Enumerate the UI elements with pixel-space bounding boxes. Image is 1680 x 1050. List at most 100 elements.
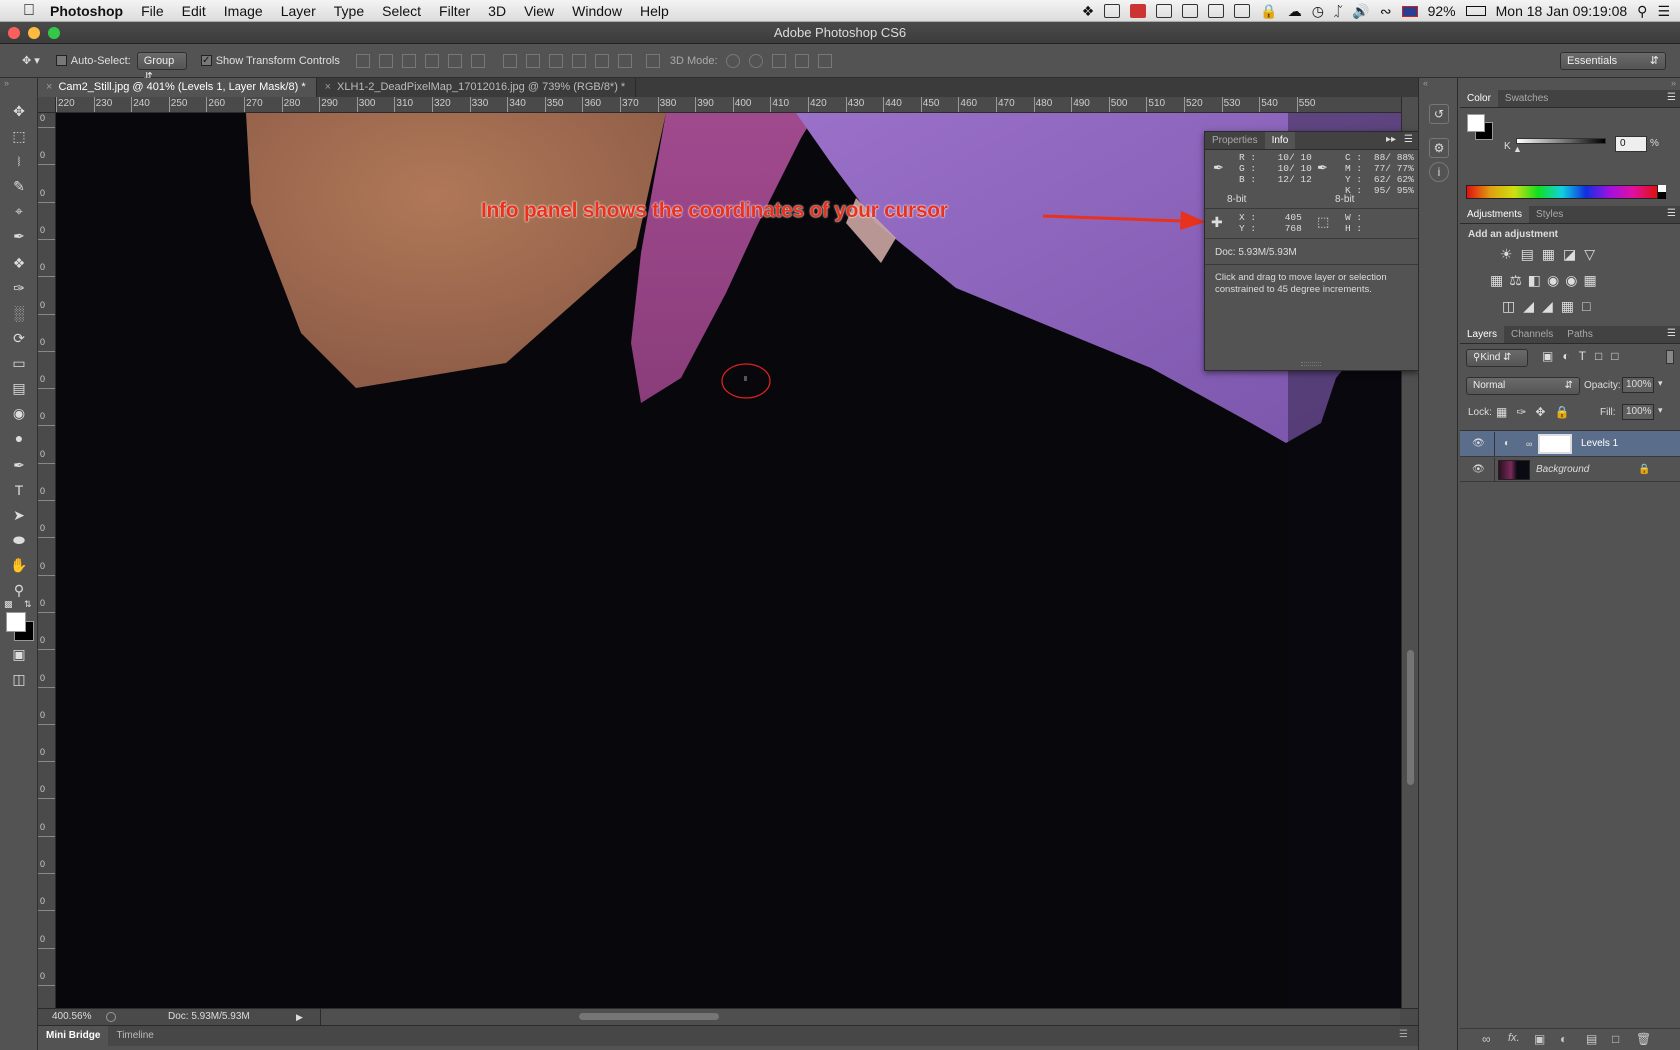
menu-type[interactable]: Type: [334, 3, 364, 19]
threshold-icon[interactable]: ◢: [1542, 298, 1561, 314]
horizontal-scrollbar[interactable]: [320, 1009, 1400, 1025]
color-lookup-icon[interactable]: ▦: [1583, 272, 1602, 288]
distribute-top-icon[interactable]: [502, 53, 517, 68]
close-tab-icon[interactable]: ×: [325, 81, 331, 93]
spotlight-icon[interactable]: ⚲: [1637, 3, 1647, 20]
align-left-edges-icon[interactable]: [424, 53, 439, 68]
lock-position-icon[interactable]: ✥: [1535, 405, 1554, 419]
collapse-panel-icon[interactable]: ▸▸: [1386, 134, 1396, 145]
notification-center-icon[interactable]: ☰: [1657, 3, 1670, 20]
tab-adjustments[interactable]: Adjustments: [1460, 206, 1530, 223]
3d-scale-icon[interactable]: [817, 53, 832, 68]
layer-filter-kind-dropdown[interactable]: ⚲Kind ⇵: [1466, 349, 1528, 367]
levels-icon[interactable]: ▤: [1521, 246, 1542, 262]
bluetooth-icon[interactable]: ᛢ: [1334, 3, 1342, 19]
auto-align-layers-icon[interactable]: [645, 53, 660, 68]
brush-tool-icon[interactable]: ✑: [8, 277, 30, 299]
airplay-display-icon[interactable]: [1104, 4, 1121, 18]
time-machine-icon[interactable]: ◷: [1312, 3, 1324, 20]
align-top-edges-icon[interactable]: [355, 53, 370, 68]
gradient-tool-icon[interactable]: ▤: [8, 377, 30, 399]
app-status-icon[interactable]: [1130, 4, 1147, 18]
exposure-icon[interactable]: ◪: [1563, 246, 1584, 262]
align-horizontal-centers-icon[interactable]: [447, 53, 462, 68]
menu-3d[interactable]: 3D: [488, 3, 506, 19]
lock-icon[interactable]: 🔒: [1260, 3, 1277, 20]
invert-icon[interactable]: ◫: [1502, 298, 1523, 314]
resize-grip[interactable]: [1301, 362, 1321, 366]
menu-layer[interactable]: Layer: [281, 3, 316, 19]
layer-row-levels[interactable]: 👁 ◐ ∞ Levels 1: [1460, 430, 1680, 456]
tab-channels[interactable]: Channels: [1504, 326, 1560, 343]
menu-file[interactable]: File: [141, 3, 164, 19]
layer-style-icon[interactable]: fx.: [1508, 1032, 1520, 1044]
distribute-bottom-icon[interactable]: [548, 53, 563, 68]
3d-slide-icon[interactable]: [794, 53, 809, 68]
color-ramp[interactable]: [1466, 185, 1658, 199]
default-colors-icon[interactable]: ▩: [4, 599, 13, 610]
info-panel-icon[interactable]: i: [1429, 162, 1449, 182]
menu-filter[interactable]: Filter: [439, 3, 470, 19]
info-panel-menu-icon[interactable]: ☰: [1404, 134, 1413, 145]
lock-transparent-icon[interactable]: ▦: [1496, 405, 1516, 419]
cloud-icon[interactable]: ☁: [1288, 3, 1302, 20]
blur-tool-icon[interactable]: ◉: [8, 402, 30, 424]
k-value-input[interactable]: 0: [1615, 136, 1647, 152]
crop-tool-icon[interactable]: ⌖: [8, 200, 30, 222]
toolbox-collapse-icon[interactable]: »: [4, 78, 9, 88]
status-menu-arrow-icon[interactable]: ▶: [296, 1009, 303, 1025]
blend-mode-dropdown[interactable]: Normal ⇵: [1466, 377, 1580, 395]
tab-mini-bridge[interactable]: Mini Bridge: [38, 1026, 109, 1046]
apple-menu-icon[interactable]: : [18, 2, 40, 20]
tab-styles[interactable]: Styles: [1529, 206, 1570, 223]
align-vertical-centers-icon[interactable]: [378, 53, 393, 68]
zoom-window-button[interactable]: [48, 27, 60, 39]
new-adjustment-icon[interactable]: ◐: [1560, 1032, 1567, 1046]
visibility-eye-icon[interactable]: 👁: [1472, 457, 1485, 483]
distribute-hcenter-icon[interactable]: [594, 53, 609, 68]
lasso-tool-icon[interactable]: ⧘: [8, 150, 30, 172]
menu-edit[interactable]: Edit: [182, 3, 206, 19]
dodge-tool-icon[interactable]: ●: [8, 427, 30, 449]
3d-drag-icon[interactable]: [771, 53, 786, 68]
status-info-icon[interactable]: [106, 1012, 116, 1022]
properties-panel-icon[interactable]: ⚙: [1429, 138, 1449, 158]
quick-mask-icon[interactable]: ▣: [8, 643, 30, 665]
channel-mixer-icon[interactable]: ◉: [1565, 272, 1583, 288]
type-tool-icon[interactable]: T: [8, 479, 30, 501]
lock-pixels-icon[interactable]: ✑: [1516, 405, 1535, 419]
add-mask-icon[interactable]: ▣: [1534, 1032, 1545, 1046]
mask-link-icon[interactable]: ∞: [1526, 431, 1532, 457]
hand-tool-icon[interactable]: ✋: [8, 554, 30, 576]
screen-mirror-icon[interactable]: [1208, 4, 1225, 18]
dropbox-icon[interactable]: ❖: [1082, 3, 1095, 20]
swap-colors-icon[interactable]: ⇅: [24, 599, 32, 610]
volume-icon[interactable]: 🔊: [1352, 3, 1369, 20]
distribute-right-icon[interactable]: [617, 53, 632, 68]
color-ramp-bw[interactable]: [1658, 185, 1666, 199]
tab-dead-pixel-map[interactable]: × XLH1-2_DeadPixelMap_17012016.jpg @ 739%…: [317, 78, 637, 97]
k-slider[interactable]: [1516, 138, 1606, 144]
tab-paths[interactable]: Paths: [1560, 326, 1600, 343]
vibrance-icon[interactable]: ▦: [1490, 272, 1509, 288]
tab-timeline[interactable]: Timeline: [108, 1026, 161, 1046]
ellipse-tool-icon[interactable]: ⬬: [8, 529, 30, 551]
layer-name[interactable]: Levels 1: [1581, 431, 1618, 457]
3d-roll-icon[interactable]: [748, 53, 763, 68]
vertical-ruler[interactable]: 0000000000000000000000000: [38, 113, 56, 1008]
filter-adjustment-icon[interactable]: ◐: [1562, 349, 1578, 363]
gradient-fill-icon[interactable]: □: [1582, 298, 1598, 314]
healing-brush-tool-icon[interactable]: ❖: [8, 252, 30, 274]
close-window-button[interactable]: [8, 27, 20, 39]
zoom-level[interactable]: 400.56%: [52, 1009, 91, 1025]
menu-select[interactable]: Select: [382, 3, 421, 19]
photo-filter-icon[interactable]: ◉: [1547, 272, 1565, 288]
bottom-panel-menu-icon[interactable]: ☰: [1399, 1029, 1408, 1040]
selective-color-icon[interactable]: ▦: [1561, 298, 1582, 314]
move-tool-icon[interactable]: ✥: [8, 100, 30, 122]
horizontal-ruler[interactable]: 220 230 240 250 260 270 280 290 300 310 320 330 340 3…: [56, 97, 1401, 113]
k-slider-handle-icon[interactable]: ▲: [1513, 144, 1522, 154]
distribute-left-icon[interactable]: [571, 53, 586, 68]
color-balance-icon[interactable]: ⚖: [1509, 272, 1528, 288]
adjustments-panel-menu-icon[interactable]: ☰: [1667, 208, 1676, 219]
